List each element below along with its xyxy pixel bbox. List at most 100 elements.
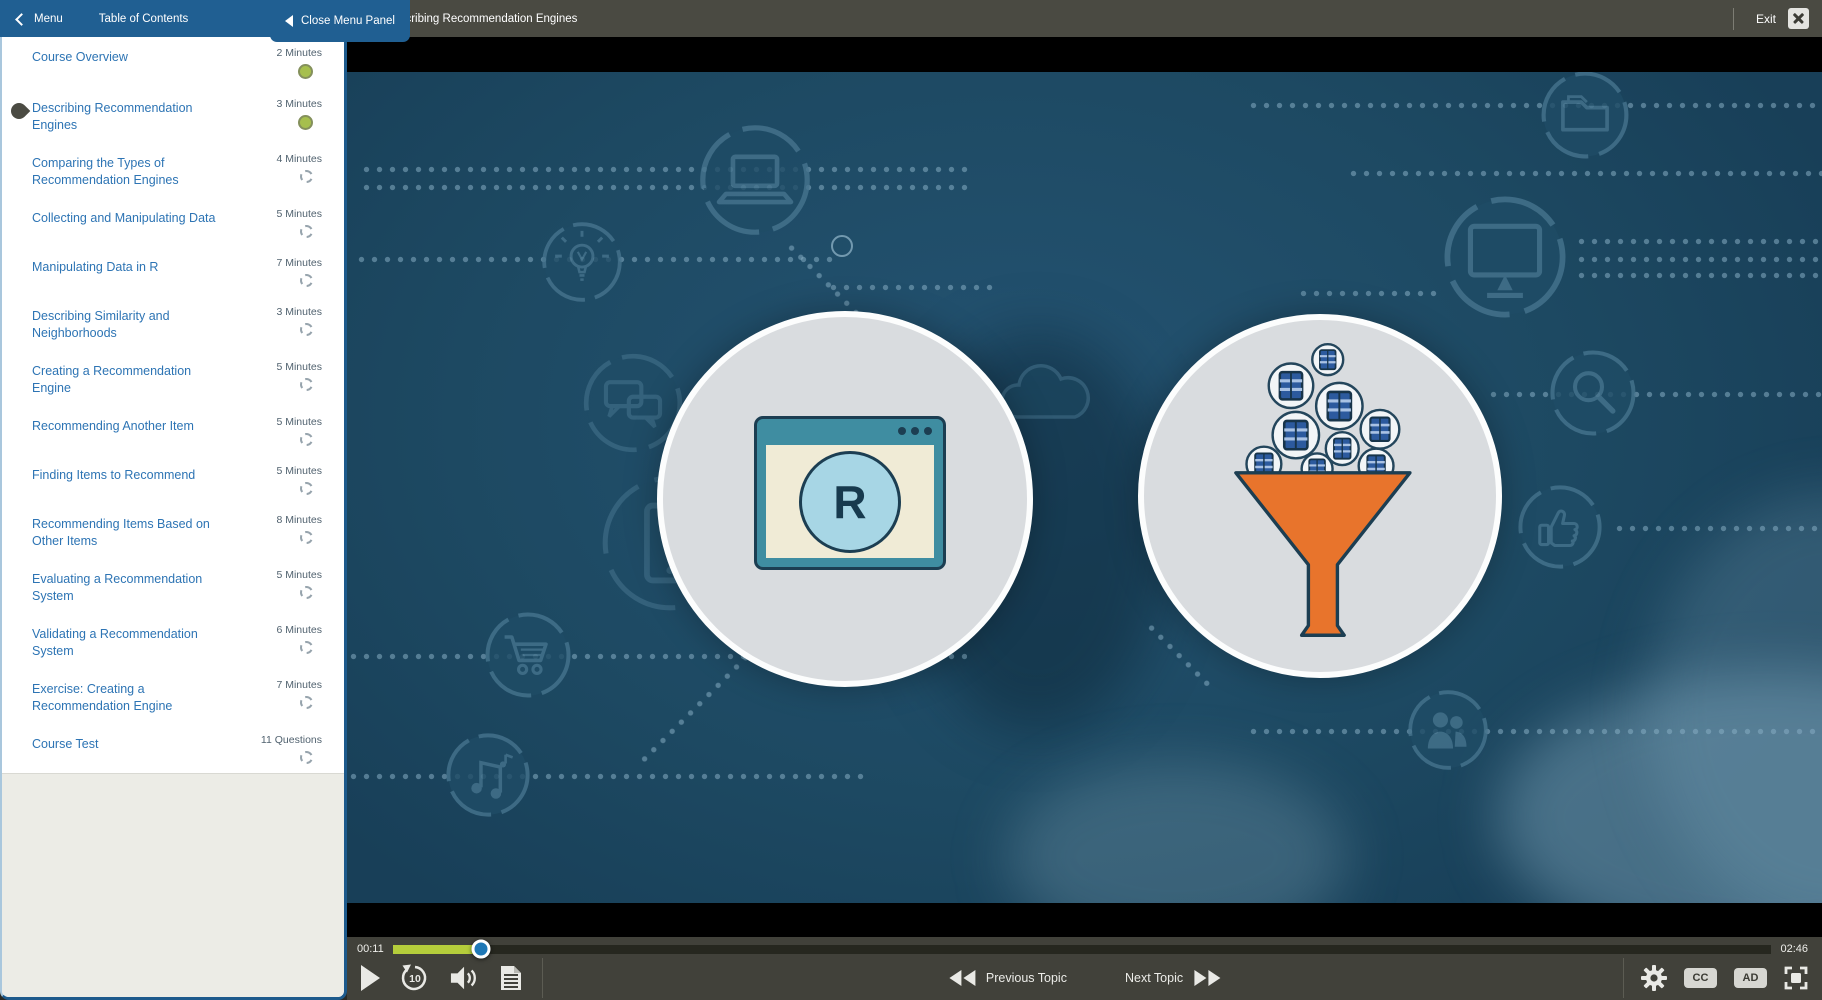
status-circle-icon	[300, 696, 313, 709]
divider	[1733, 8, 1734, 30]
status-circle-icon	[298, 115, 313, 130]
toc-item[interactable]: Course Test 11 Questions	[2, 724, 344, 773]
toc-item-duration: 11 Questions	[261, 734, 322, 747]
dotted-line	[1575, 272, 1822, 279]
window-dots-icon	[898, 427, 932, 435]
search-icon	[1548, 348, 1638, 438]
next-topic-button[interactable]: Next Topic	[1125, 970, 1220, 986]
status-circle-icon	[300, 586, 313, 599]
status-circle-icon	[298, 64, 313, 79]
status-circle-icon	[300, 378, 313, 391]
toc-item-duration: 5 Minutes	[276, 569, 322, 582]
thumbs-up-icon	[1516, 483, 1604, 571]
dotted-line	[1575, 238, 1822, 245]
document-icon	[500, 965, 522, 991]
right-controls: CC AD	[1623, 958, 1808, 998]
toc-item-title: Evaluating a Recommendation System	[32, 571, 230, 605]
r-window-body: R	[766, 445, 934, 558]
fullscreen-button[interactable]	[1784, 966, 1808, 990]
progress-track[interactable]	[393, 945, 1772, 954]
toc-item-meta: 4 Minutes	[230, 153, 322, 183]
toc-item[interactable]: Exercise: Creating a Recommendation Engi…	[2, 669, 344, 724]
elapsed-time: 00:11	[357, 943, 384, 955]
rewind-10-button[interactable]: 10	[400, 963, 430, 993]
toc-item[interactable]: Describing Similarity and Neighborhoods …	[2, 296, 344, 351]
status-circle-icon	[300, 274, 313, 287]
filter-funnel-circle	[1138, 314, 1502, 678]
status-circle-icon	[300, 482, 313, 495]
total-time: 02:46	[1780, 943, 1808, 955]
status-circle-icon	[300, 433, 313, 446]
status-circle-icon	[300, 225, 313, 238]
sidebar-footer	[2, 774, 344, 997]
menu-button[interactable]: Menu	[0, 13, 73, 25]
toc-list: Course Overview 2 Minutes Describing Rec…	[2, 37, 344, 773]
toc-item[interactable]: Validating a Recommendation System 6 Min…	[2, 614, 344, 669]
toc-item[interactable]: Course Overview 2 Minutes	[2, 37, 344, 88]
toc-item[interactable]: Evaluating a Recommendation System 5 Min…	[2, 559, 344, 614]
toc-item[interactable]: Recommending Another Item 5 Minutes	[2, 406, 344, 455]
volume-button[interactable]	[450, 965, 480, 991]
current-topic-pointer-icon	[8, 100, 31, 123]
settings-button[interactable]	[1641, 965, 1667, 991]
progress-fill	[393, 945, 481, 954]
dotted-line	[1613, 525, 1822, 532]
dotted-line	[1247, 102, 1822, 109]
close-menu-panel-button[interactable]: Close Menu Panel	[270, 0, 410, 42]
top-bar: Menu Table of Contents Close Menu Panel …	[0, 0, 1822, 37]
dotted-line	[360, 184, 970, 191]
toc-item[interactable]: Collecting and Manipulating Data 5 Minut…	[2, 198, 344, 247]
toc-item-meta: 5 Minutes	[230, 465, 322, 495]
previous-topic-label: Previous Topic	[986, 971, 1067, 985]
menu-label: Menu	[34, 13, 63, 25]
video-player: R	[347, 37, 1822, 1000]
toc-item-title: Validating a Recommendation System	[32, 626, 230, 660]
dotted-line	[827, 284, 997, 291]
toc-item-meta: 5 Minutes	[230, 569, 322, 599]
top-bar-title-section: Describing Recommendation Engines Exit	[347, 0, 1822, 37]
double-arrow-left-icon	[949, 970, 975, 986]
toc-item[interactable]: Recommending Items Based on Other Items …	[2, 504, 344, 559]
toc-item[interactable]: Creating a Recommendation Engine 5 Minut…	[2, 351, 344, 406]
divider	[1623, 958, 1624, 998]
toc-item[interactable]: Describing Recommendation Engines 3 Minu…	[2, 88, 344, 143]
toc-item[interactable]: Manipulating Data in R 7 Minutes	[2, 247, 344, 296]
player-controls: 00:11 02:46 10	[347, 937, 1822, 1000]
toc-item[interactable]: Finding Items to Recommend 5 Minutes	[2, 455, 344, 504]
audio-description-button[interactable]: AD	[1734, 968, 1767, 988]
toc-item-meta: 11 Questions	[230, 734, 322, 764]
previous-topic-button[interactable]: Previous Topic	[949, 970, 1067, 986]
status-circle-icon	[300, 641, 313, 654]
table-of-contents-panel: Course Overview 2 Minutes Describing Rec…	[0, 37, 347, 1000]
toc-item-duration: 2 Minutes	[276, 47, 322, 60]
funnel-illustration	[1144, 320, 1496, 672]
toc-item-title: Manipulating Data in R	[32, 259, 230, 276]
progress-row: 00:11 02:46	[347, 937, 1822, 955]
triangle-left-icon	[285, 15, 293, 27]
toc-item-duration: 5 Minutes	[276, 361, 322, 374]
toc-item-title: Exercise: Creating a Recommendation Engi…	[32, 681, 230, 715]
dotted-line	[1347, 170, 1822, 177]
video-stage[interactable]: R	[347, 72, 1822, 903]
toc-item-duration: 7 Minutes	[276, 257, 322, 270]
exit-button[interactable]	[1788, 8, 1809, 29]
folder-icon	[1539, 72, 1631, 161]
tab-table-of-contents[interactable]: Table of Contents	[99, 13, 189, 25]
toc-item-title: Recommending Another Item	[32, 418, 230, 435]
svg-text:10: 10	[409, 973, 421, 985]
r-logo: R	[799, 451, 901, 553]
exit-group: Exit	[1733, 8, 1822, 30]
transcript-button[interactable]	[500, 965, 522, 991]
toc-item-duration: 5 Minutes	[276, 416, 322, 429]
toc-item-title: Recommending Items Based on Other Items	[32, 516, 230, 550]
play-button[interactable]	[361, 965, 380, 991]
toc-item-meta: 5 Minutes	[230, 208, 322, 238]
closed-captions-button[interactable]: CC	[1684, 968, 1717, 988]
chevron-left-icon	[15, 13, 28, 26]
toc-item-meta: 5 Minutes	[230, 361, 322, 391]
toc-item[interactable]: Comparing the Types of Recommendation En…	[2, 143, 344, 198]
status-circle-icon	[300, 531, 313, 544]
exit-label: Exit	[1756, 12, 1776, 26]
toc-item-title: Creating a Recommendation Engine	[32, 363, 230, 397]
toc-item-duration: 4 Minutes	[276, 153, 322, 166]
